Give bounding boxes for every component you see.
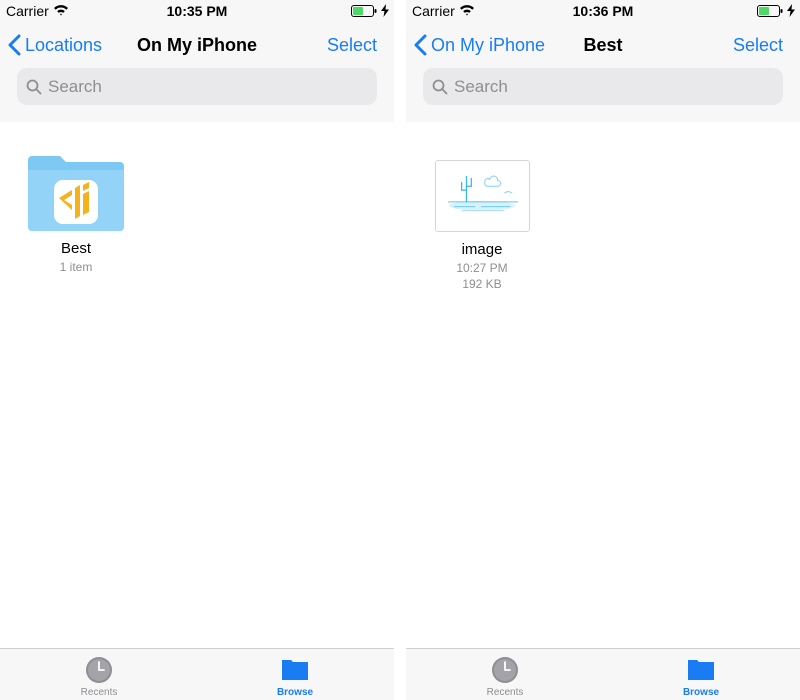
navigation-bar: Locations On My iPhone Select Search — [0, 22, 394, 122]
charging-bolt-icon — [787, 4, 795, 17]
chevron-left-icon — [414, 34, 427, 56]
item-name: image — [461, 241, 503, 258]
chevron-left-icon — [8, 34, 21, 56]
clock-icon — [86, 657, 112, 683]
tab-bar: Recents Browse — [0, 648, 394, 700]
clock-icon — [492, 657, 518, 683]
tab-label: Browse — [682, 687, 720, 698]
tab-recents[interactable]: Recents — [445, 649, 565, 700]
screen-divider — [394, 0, 406, 700]
folder-icon — [282, 660, 308, 680]
right-screen: Carrier 10:36 PM On My iPhone Best Selec… — [406, 0, 800, 700]
search-placeholder: Search — [48, 76, 102, 96]
status-bar: Carrier 10:35 PM — [0, 0, 394, 22]
folder-icon — [28, 156, 124, 231]
battery-icon — [757, 5, 783, 17]
status-time: 10:35 PM — [166, 3, 228, 19]
app-icon — [54, 180, 98, 224]
folder-item-best[interactable]: Best 1 item — [21, 156, 131, 275]
item-size: 192 KB — [462, 277, 502, 291]
tab-recents[interactable]: Recents — [39, 649, 159, 700]
search-icon — [26, 79, 42, 94]
battery-icon — [351, 5, 377, 17]
item-time: 10:27 PM — [456, 261, 508, 275]
file-item-image[interactable]: image 10:27 PM 192 KB — [427, 160, 537, 292]
tab-label: Browse — [276, 687, 314, 698]
select-button[interactable]: Select — [327, 35, 377, 56]
back-label: Locations — [25, 34, 103, 55]
folder-icon — [688, 660, 714, 680]
item-subtitle: 1 item — [59, 260, 93, 274]
charging-bolt-icon — [381, 4, 389, 17]
search-icon — [432, 79, 448, 94]
back-label: On My iPhone — [431, 34, 546, 55]
tab-browse[interactable]: Browse — [641, 649, 761, 700]
navigation-bar: On My iPhone Best Select Search — [406, 22, 800, 122]
status-bar: Carrier 10:36 PM — [406, 0, 800, 22]
tab-label: Recents — [80, 687, 118, 698]
back-button[interactable]: Locations — [8, 31, 102, 59]
image-thumbnail — [434, 160, 530, 232]
tab-label: Recents — [486, 687, 524, 698]
left-screen: Carrier 10:35 PM Locations On My iPhone … — [0, 0, 394, 700]
search-input[interactable]: Search — [17, 68, 377, 105]
select-button[interactable]: Select — [733, 35, 783, 56]
status-time: 10:36 PM — [572, 3, 634, 19]
search-input[interactable]: Search — [423, 68, 783, 105]
tab-bar: Recents Browse — [406, 648, 800, 700]
search-placeholder: Search — [454, 76, 508, 96]
tab-browse[interactable]: Browse — [235, 649, 355, 700]
item-name: Best — [60, 240, 91, 257]
back-button[interactable]: On My iPhone — [414, 31, 545, 59]
